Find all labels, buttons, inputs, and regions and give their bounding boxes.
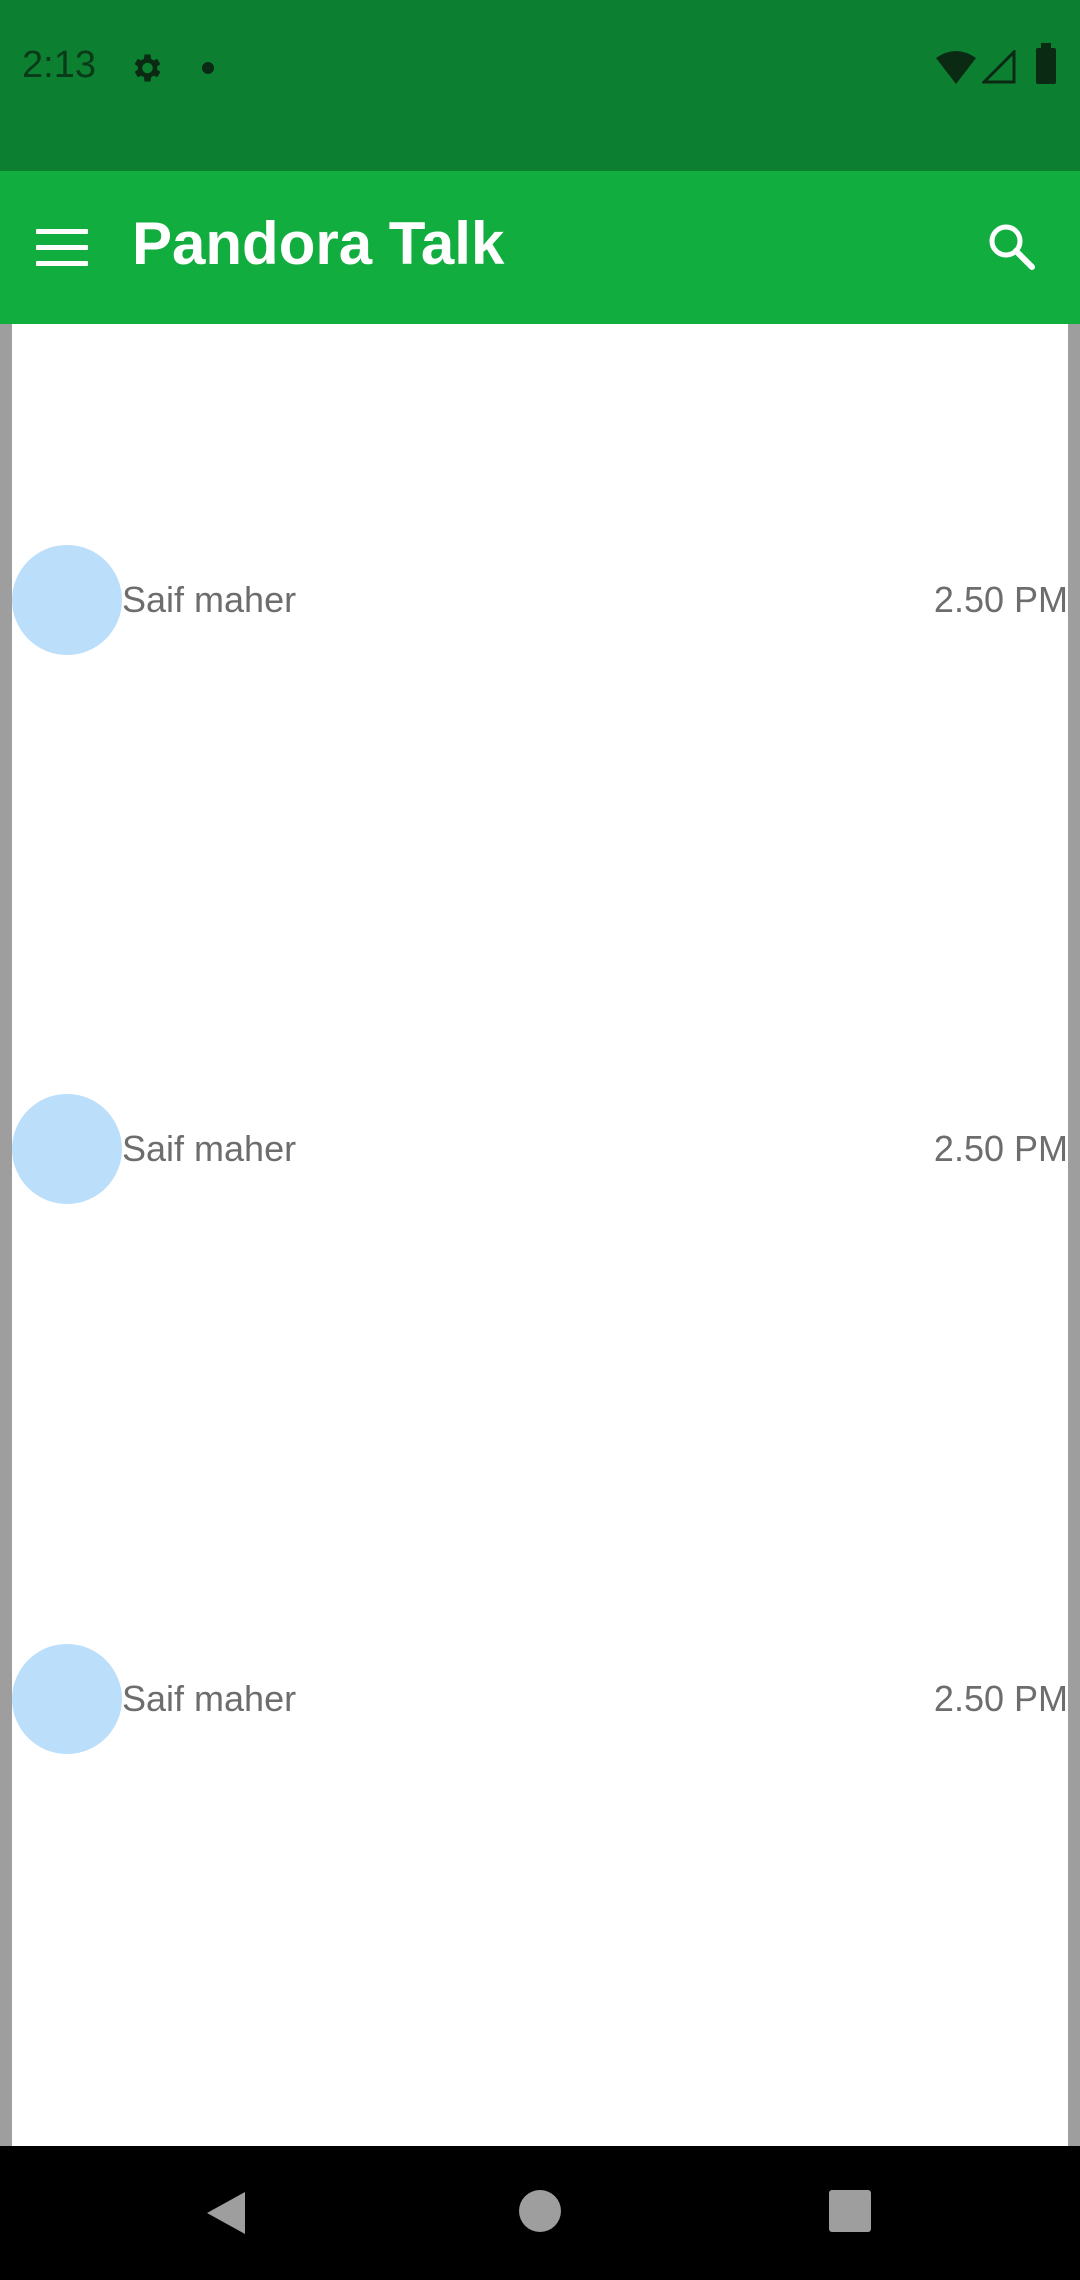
chat-time: 2.50 PM (933, 1128, 1068, 1169)
cell-signal-icon (982, 50, 1016, 84)
chat-time: 2.50 PM (933, 579, 1068, 620)
gear-icon (134, 54, 161, 82)
app-bar: Pandora Talk (0, 171, 1080, 324)
avatar (12, 1094, 122, 1204)
back-icon[interactable] (205, 2190, 247, 2236)
chat-time: 2.50 PM (933, 1678, 1068, 1719)
chat-name: Saif maher (122, 579, 297, 620)
chat-list-item[interactable]: Saif maher 2.50 PM (12, 1094, 1068, 1204)
status-time: 2:13 (22, 44, 96, 86)
status-bar: 2:13 (0, 0, 1080, 171)
avatar (12, 1644, 122, 1754)
search-icon[interactable] (982, 217, 1042, 277)
chat-list-item[interactable]: Saif maher 2.50 PM (12, 1644, 1068, 1754)
chat-name: Saif maher (122, 1128, 297, 1169)
chat-list: Saif maher 2.50 PM Saif maher 2.50 PM Sa… (12, 324, 1068, 2146)
app-title: Pandora Talk (132, 210, 505, 277)
wifi-icon (936, 51, 976, 84)
navigation-bar (0, 2146, 1080, 2280)
chat-name: Saif maher (122, 1678, 297, 1719)
avatar (12, 545, 122, 655)
home-icon[interactable] (519, 2190, 561, 2232)
recents-icon[interactable] (829, 2190, 871, 2232)
hamburger-menu-icon[interactable] (30, 215, 100, 281)
battery-icon (1036, 43, 1056, 84)
notification-dot-icon (202, 62, 214, 74)
chat-list-item[interactable]: Saif maher 2.50 PM (12, 545, 1068, 655)
